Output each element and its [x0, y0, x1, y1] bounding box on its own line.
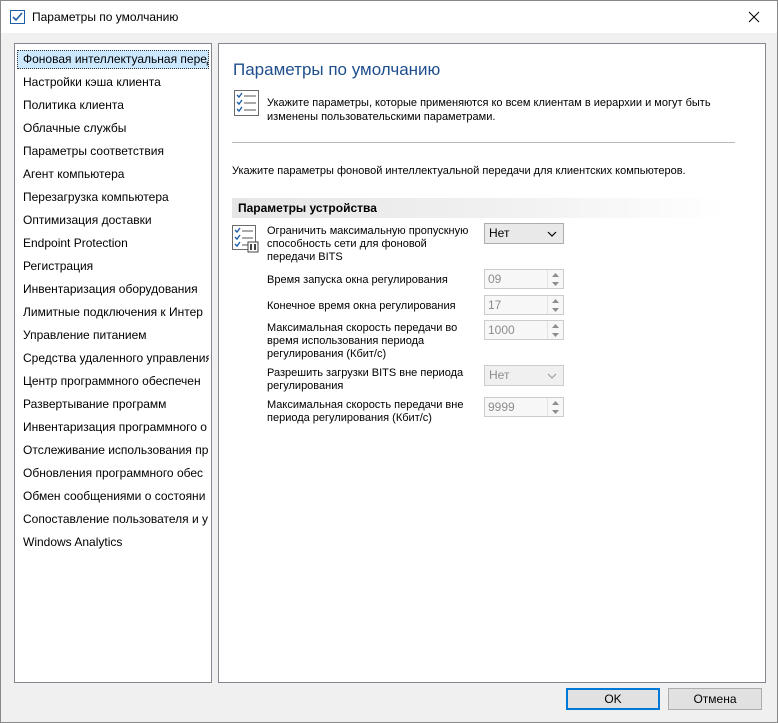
max-rate-outside-value: 9999 [488, 400, 515, 414]
page-title: Параметры по умолчанию [233, 60, 441, 79]
group-header: Параметры устройства [232, 198, 726, 218]
window-end-stepper[interactable]: 17 [484, 295, 564, 315]
limit-bandwidth-select[interactable]: Нет [484, 223, 564, 244]
max-rate-outside-stepper[interactable]: 9999 [484, 397, 564, 417]
sidebar-item-software-updates[interactable]: Обновления программного обес [17, 464, 209, 483]
checklist-icon [10, 10, 25, 24]
sidebar-item-computer-agent[interactable]: Агент компьютера [17, 165, 209, 184]
allow-outside-select[interactable]: Нет [484, 365, 564, 386]
window-start-label: Время запуска окна регулирования [267, 274, 448, 286]
divider [232, 142, 735, 143]
window-end-label: Конечное время окна регулирования [267, 300, 456, 312]
settings-checklist-icon [231, 224, 261, 254]
dialog-window: Параметры по умолчанию Фоновая интеллект… [0, 0, 778, 723]
sidebar-item-state-messaging[interactable]: Обмен сообщениями о состояни [17, 487, 209, 506]
window-start-stepper[interactable]: 09 [484, 269, 564, 289]
max-rate-during-value: 1000 [488, 323, 515, 337]
spin-up-icon[interactable] [548, 398, 563, 407]
spin-down-icon[interactable] [548, 330, 563, 339]
settings-content: Параметры по умолчанию Укажите параметры… [218, 43, 766, 683]
sidebar-item-endpoint-protection[interactable]: Endpoint Protection [17, 234, 209, 253]
chevron-down-icon [547, 231, 557, 237]
spin-buttons [547, 270, 563, 288]
limit-bandwidth-value: Нет [489, 226, 510, 240]
allow-outside-value: Нет [489, 368, 510, 382]
max-rate-during-stepper[interactable]: 1000 [484, 320, 564, 340]
sidebar-item-compliance[interactable]: Параметры соответствия [17, 142, 209, 161]
sidebar-item-software-inventory[interactable]: Инвентаризация программного о [17, 418, 209, 437]
sidebar-item-power-management[interactable]: Управление питанием [17, 326, 209, 345]
sidebar-item-computer-restart[interactable]: Перезагрузка компьютера [17, 188, 209, 207]
checklist-icon [233, 89, 261, 117]
spin-up-icon[interactable] [548, 296, 563, 305]
close-icon[interactable] [748, 11, 760, 23]
spin-up-icon[interactable] [548, 321, 563, 330]
window-title: Параметры по умолчанию [32, 10, 179, 24]
spin-down-icon[interactable] [548, 305, 563, 314]
ok-button[interactable]: OK [566, 688, 660, 710]
sidebar-item-software-deployment[interactable]: Развертывание программ [17, 395, 209, 414]
sidebar-item-windows-analytics[interactable]: Windows Analytics [17, 533, 209, 552]
limit-bandwidth-label: Ограничить максимальную пропускную спосо… [267, 225, 469, 263]
sidebar-item-enrollment[interactable]: Регистрация [17, 257, 209, 276]
max-rate-during-label: Максимальная скорость передачи во время … [267, 322, 458, 360]
chevron-down-icon [547, 373, 557, 379]
spin-down-icon[interactable] [548, 407, 563, 416]
window-end-value: 17 [488, 298, 502, 312]
sidebar-item-software-center[interactable]: Центр программного обеспечен [17, 372, 209, 391]
allow-outside-label: Разрешить загрузки BITS вне периода регу… [267, 367, 464, 392]
sidebar-item-cloud-services[interactable]: Облачные службы [17, 119, 209, 138]
intro-text: Укажите параметры, которые применяются к… [267, 97, 711, 123]
sidebar-item-metered-connections[interactable]: Лимитные подключения к Интер [17, 303, 209, 322]
spin-buttons [547, 321, 563, 339]
sidebar-item-delivery-optimization[interactable]: Оптимизация доставки [17, 211, 209, 230]
sidebar-item-hardware-inventory[interactable]: Инвентаризация оборудования [17, 280, 209, 299]
section-description: Укажите параметры фоновой интеллектуальн… [232, 165, 686, 177]
sidebar-item-remote-tools[interactable]: Средства удаленного управления [17, 349, 209, 368]
spin-down-icon[interactable] [548, 279, 563, 288]
sidebar-item-client-cache[interactable]: Настройки кэша клиента [17, 73, 209, 92]
spin-up-icon[interactable] [548, 270, 563, 279]
spin-buttons [547, 296, 563, 314]
spin-buttons [547, 398, 563, 416]
sidebar-item-software-metering[interactable]: Отслеживание использования пр [17, 441, 209, 460]
sidebar-item-user-device-affinity[interactable]: Сопоставление пользователя и у [17, 510, 209, 529]
sidebar-item-client-policy[interactable]: Политика клиента [17, 96, 209, 115]
window-start-value: 09 [488, 272, 502, 286]
title-bar: Параметры по умолчанию [1, 1, 777, 33]
max-rate-outside-label: Максимальная скорость передачи вне перио… [267, 399, 464, 424]
settings-sidebar: Фоновая интеллектуальная перед Настройки… [14, 43, 212, 683]
cancel-button[interactable]: Отмена [668, 688, 762, 710]
close-button[interactable] [731, 1, 777, 33]
sidebar-item-bits[interactable]: Фоновая интеллектуальная перед [17, 50, 209, 69]
